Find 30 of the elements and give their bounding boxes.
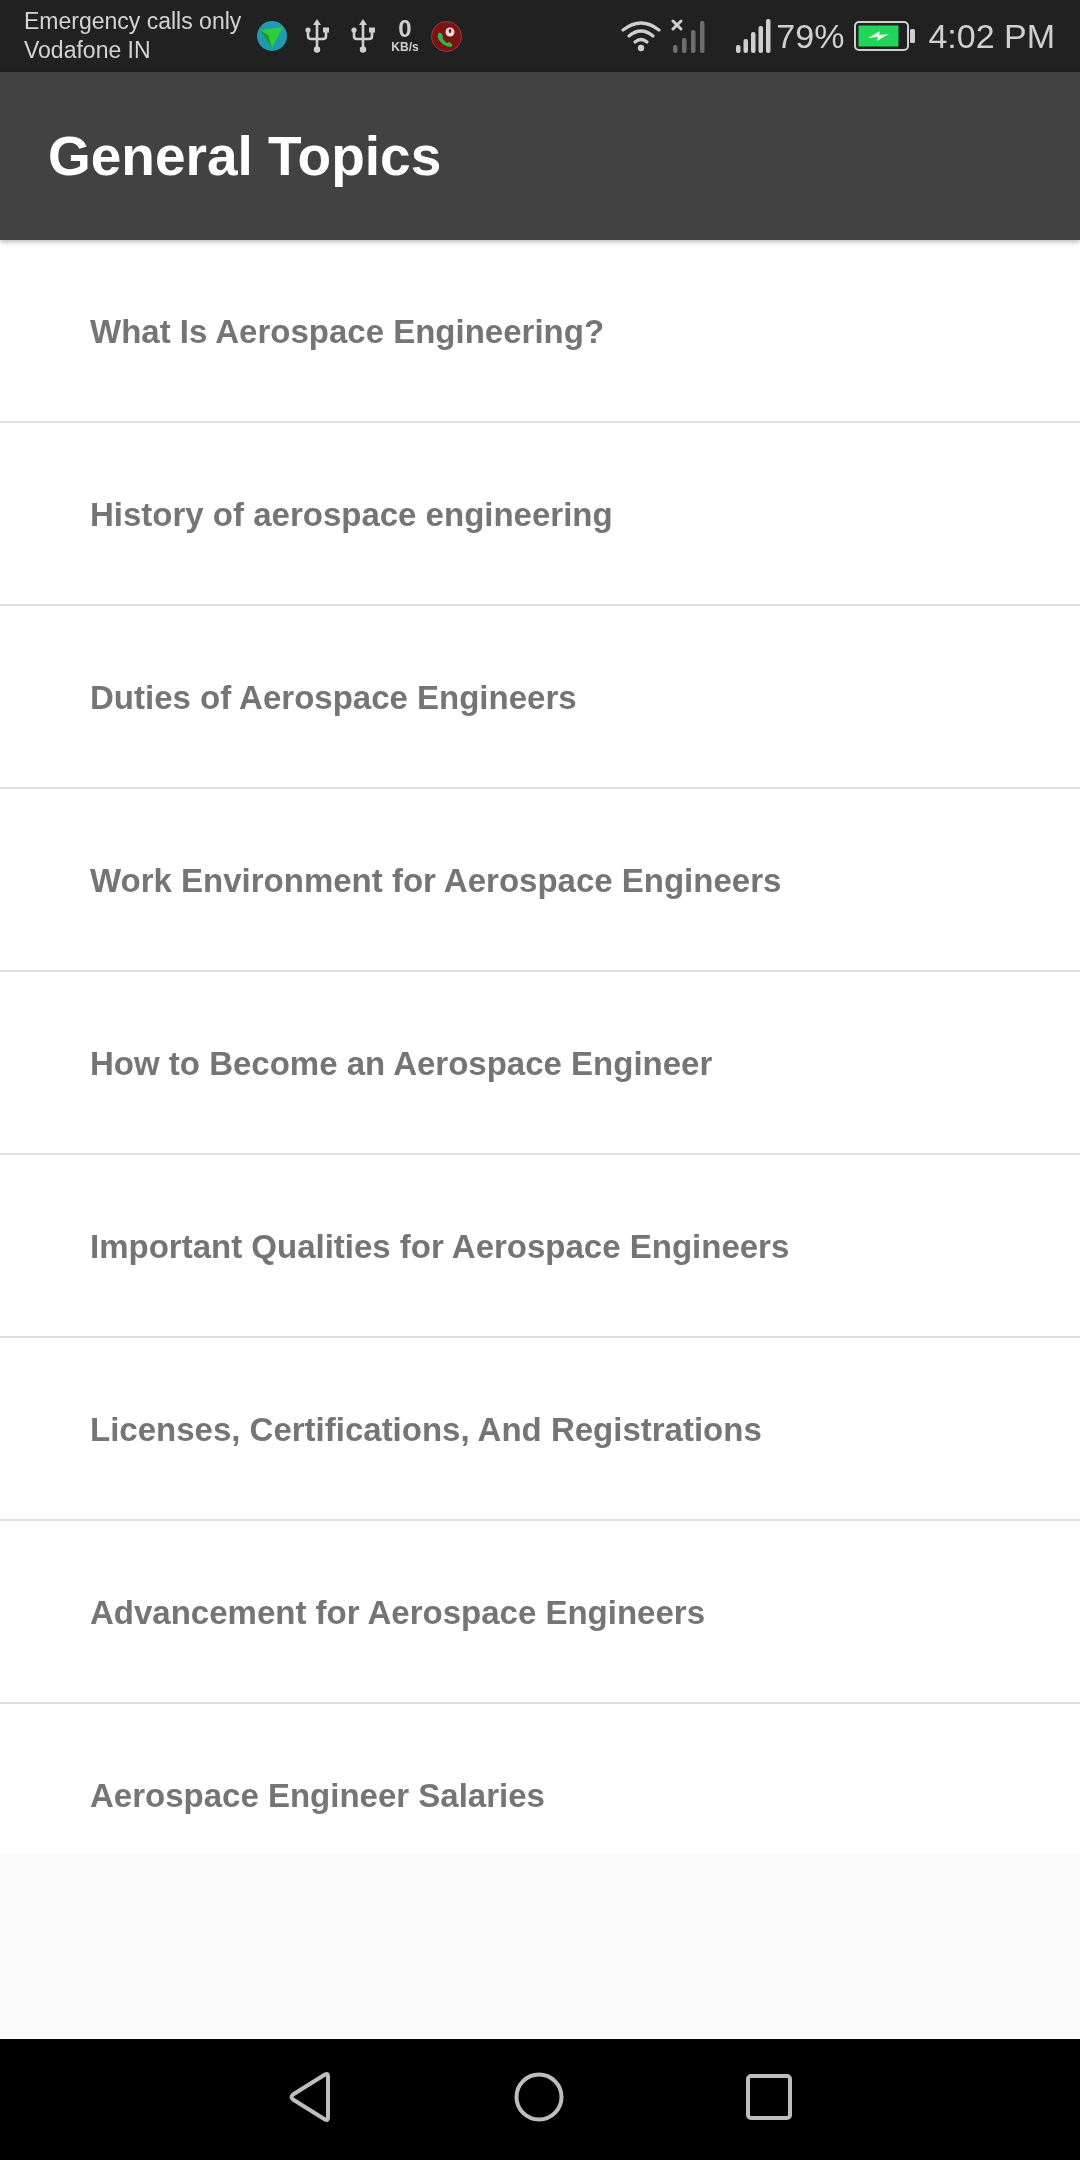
no-signal-icon: [671, 19, 708, 53]
network-status-text: Emergency calls only: [24, 7, 242, 36]
topic-list-item[interactable]: Aerospace Engineer Salaries: [0, 1704, 1080, 1854]
network-speed-value: 0: [398, 18, 412, 40]
signal-icon: [736, 19, 773, 53]
battery-charging-icon: [854, 21, 917, 51]
topic-list-item[interactable]: History of aerospace engineering: [0, 423, 1080, 606]
topic-list-item[interactable]: Duties of Aerospace Engineers: [0, 606, 1080, 789]
topic-list-item[interactable]: Important Qualities for Aerospace Engineers: [0, 1155, 1080, 1338]
topic-list-item[interactable]: Work Environment for Aerospace Engineers: [0, 789, 1080, 972]
battery-percent-text: 79%: [776, 16, 845, 56]
topic-list-item[interactable]: How to Become an Aerospace Engineer: [0, 972, 1080, 1155]
network-speed-unit: KB/s: [391, 40, 419, 54]
wifi-icon: [621, 20, 662, 52]
recents-icon: [746, 2073, 792, 2120]
clock-time-text: 4:02 PM: [928, 16, 1055, 56]
topic-list-item[interactable]: Advancement for Aerospace Engineers: [0, 1521, 1080, 1704]
usb-icon: [305, 19, 330, 53]
topic-list-item[interactable]: What Is Aerospace Engineering?: [0, 240, 1080, 423]
back-icon: [288, 2071, 332, 2122]
back-button[interactable]: [288, 2071, 332, 2122]
home-button[interactable]: [514, 2071, 564, 2122]
home-icon: [514, 2071, 564, 2122]
phone-recorder-icon: [430, 20, 462, 52]
recents-button[interactable]: [746, 2073, 792, 2120]
notification-icon: [257, 21, 288, 51]
app-bar-title: General Topics: [48, 124, 442, 188]
carrier-name-text: Vodafone IN: [24, 36, 152, 65]
usb-icon: [351, 19, 376, 53]
topic-list-item[interactable]: Licenses, Certifications, And Registrations: [0, 1338, 1080, 1521]
